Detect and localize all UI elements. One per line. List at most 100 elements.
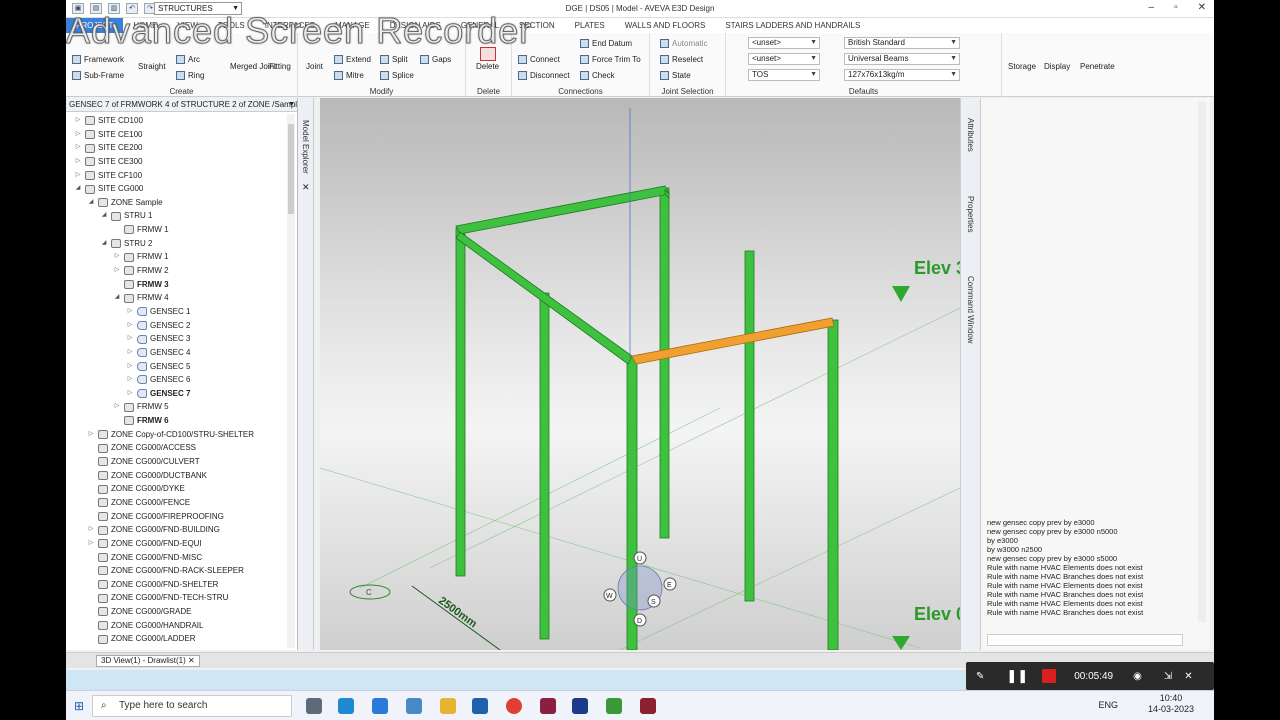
expand-toggle-icon[interactable]: ◢ (100, 209, 108, 223)
expand-toggle-icon[interactable]: ▷ (87, 523, 95, 537)
tree-node[interactable]: ▷ FRMW 5 (66, 400, 286, 414)
gizmo-down[interactable]: D (637, 618, 642, 625)
mail-icon[interactable] (372, 698, 388, 714)
subframe-button[interactable]: Sub-Frame (72, 71, 124, 80)
aveva-app-icon[interactable] (572, 698, 588, 714)
expand-toggle-icon[interactable]: ▷ (87, 428, 95, 442)
end-datum-button[interactable]: End Datum (580, 39, 632, 48)
tree-node[interactable]: ZONE CG000/CULVERT (66, 455, 286, 469)
spreadsheet-app-icon[interactable] (606, 698, 622, 714)
explorer-scrollbar[interactable] (287, 114, 295, 648)
tree-node[interactable]: ▷ SITE CD100 (66, 114, 286, 128)
tree-node[interactable]: ▷ ZONE CG000/FND-BUILDING (66, 523, 286, 537)
tree-node[interactable]: ◢ STRU 2 (66, 237, 286, 251)
section-type-dropdown[interactable]: Universal Beams ▼ (844, 53, 960, 65)
close-icon[interactable]: ✕ (1198, 2, 1206, 13)
gaps-button[interactable]: Gaps (420, 55, 451, 64)
display-button[interactable]: Display (1044, 62, 1070, 71)
view-tab-3d[interactable]: 3D View(1) - Drawlist(1) ✕ (96, 655, 200, 667)
arc-button[interactable]: Arc (176, 55, 200, 64)
tree-node[interactable]: ▷ FRMW 2 (66, 264, 286, 278)
taskbar-language[interactable]: ENG (1098, 700, 1118, 710)
tab-stairs-ladders-and-handrails[interactable]: STAIRS LADDERS AND HANDRAILS (715, 18, 870, 33)
recorder-app-icon[interactable] (540, 698, 556, 714)
tree-node[interactable]: ▷ GENSEC 7 (66, 387, 286, 401)
right-tab-command-window[interactable]: Command Window (966, 276, 975, 344)
tree-node[interactable]: ZONE CG000/FND-TECH-STRU (66, 591, 286, 605)
close-icon[interactable]: ✕ (188, 656, 195, 665)
state-button[interactable]: State (660, 71, 691, 80)
defaults-dropdown-3[interactable]: TOS ▼ (748, 69, 820, 81)
tab-walls-and-floors[interactable]: WALLS AND FLOORS (615, 18, 716, 33)
straight-button[interactable]: Straight (138, 62, 166, 71)
minimize-icon[interactable]: – (1149, 2, 1155, 13)
file-explorer-icon[interactable] (440, 698, 456, 714)
defaults-dropdown-1[interactable]: <unset> ▼ (748, 37, 820, 49)
expand-toggle-icon[interactable]: ▷ (126, 332, 134, 346)
task-view-icon[interactable] (306, 698, 322, 714)
stop-icon[interactable] (1042, 669, 1057, 683)
tab-plates[interactable]: PLATES (565, 18, 615, 33)
defaults-dropdown-2[interactable]: <unset> ▼ (748, 53, 820, 65)
expand-toggle-icon[interactable]: ◢ (87, 196, 95, 210)
force-trim-button[interactable]: Force Trim To (580, 55, 641, 64)
right-tab-properties[interactable]: Properties (966, 196, 975, 232)
framework-button[interactable]: Framework (72, 55, 124, 64)
expand-toggle-icon[interactable]: ▷ (126, 373, 134, 387)
pause-icon[interactable]: ❚❚ (1006, 668, 1028, 684)
explorer-current-element[interactable]: GENSEC 7 of FRMWORK 4 of STRUCTURE 2 of … (66, 98, 297, 112)
check-button[interactable]: Check (580, 71, 615, 80)
expand-toggle-icon[interactable]: ▷ (113, 264, 121, 278)
tree-node[interactable]: ZONE CG000/FIREPROOFING (66, 510, 286, 524)
tree-node[interactable]: FRMW 3 (66, 278, 286, 292)
command-window-scrollbar[interactable] (1198, 102, 1206, 622)
model-explorer-side-tab[interactable]: Model Explorer ✕ (298, 98, 314, 650)
navigation-gizmo[interactable]: U D E W S (603, 551, 677, 627)
tree-node[interactable]: ◢ ZONE Sample (66, 196, 286, 210)
tree-node[interactable]: ▷ GENSEC 1 (66, 305, 286, 319)
expand-toggle-icon[interactable]: ▷ (74, 114, 82, 128)
tree-node[interactable]: ▷ SITE CE200 (66, 141, 286, 155)
right-tab-attributes[interactable]: Attributes (966, 118, 975, 152)
gizmo-south[interactable]: S (651, 599, 656, 606)
maximize-icon[interactable]: ▫ (1174, 2, 1178, 13)
expand-toggle-icon[interactable]: ◢ (100, 237, 108, 251)
tree-node[interactable]: FRMW 6 (66, 414, 286, 428)
gizmo-east[interactable]: E (667, 582, 672, 589)
tree-node[interactable]: ZONE CG000/FND-SHELTER (66, 578, 286, 592)
split-button[interactable]: Split (380, 55, 408, 64)
expand-toggle-icon[interactable]: ▷ (126, 360, 134, 374)
extend-button[interactable]: Extend (334, 55, 371, 64)
video-app-icon[interactable] (640, 698, 656, 714)
tree-node[interactable]: ◢ FRMW 4 (66, 291, 286, 305)
tree-node[interactable]: ZONE CG000/FENCE (66, 496, 286, 510)
tree-node[interactable]: ▷ GENSEC 3 (66, 332, 286, 346)
mitre-button[interactable]: Mitre (334, 71, 364, 80)
expand-toggle-icon[interactable]: ▷ (126, 305, 134, 319)
chrome-icon[interactable] (506, 698, 522, 714)
close-icon[interactable]: ✕ (1184, 671, 1192, 682)
standard-dropdown[interactable]: British Standard ▼ (844, 37, 960, 49)
tree-node[interactable]: ZONE CG000/ACCESS (66, 441, 286, 455)
tree-node[interactable]: ZONE CG000/DUCTBANK (66, 469, 286, 483)
store-icon[interactable] (472, 698, 488, 714)
expand-toggle-icon[interactable]: ▷ (74, 128, 82, 142)
tree-node[interactable]: ZONE CG000/FND-RACK-SLEEPER (66, 564, 286, 578)
scrollbar-thumb[interactable] (288, 124, 294, 214)
tree-node[interactable]: ▷ GENSEC 5 (66, 360, 286, 374)
tree-node[interactable]: ▷ SITE CE300 (66, 155, 286, 169)
section-size-dropdown[interactable]: 127x76x13kg/m ▼ (844, 69, 960, 81)
fitting-button[interactable]: Fitting (269, 62, 291, 71)
edge-icon[interactable] (338, 698, 354, 714)
tree-node[interactable]: ▷ ZONE CG000/FND-EQUI (66, 537, 286, 551)
expand-toggle-icon[interactable]: ▷ (87, 537, 95, 551)
ring-button[interactable]: Ring (176, 71, 204, 80)
automatic-button[interactable]: Automatic (660, 39, 708, 48)
expand-icon[interactable]: ⇲ (1164, 671, 1172, 682)
taskbar-clock[interactable]: 10:40 14-03-2023 (1148, 693, 1194, 715)
tree-node[interactable]: ZONE CG000/LADDER (66, 632, 286, 646)
expand-toggle-icon[interactable]: ▷ (74, 155, 82, 169)
expand-toggle-icon[interactable]: ◢ (113, 291, 121, 305)
reselect-button[interactable]: Reselect (660, 55, 703, 64)
disconnect-button[interactable]: Disconnect (518, 71, 570, 80)
